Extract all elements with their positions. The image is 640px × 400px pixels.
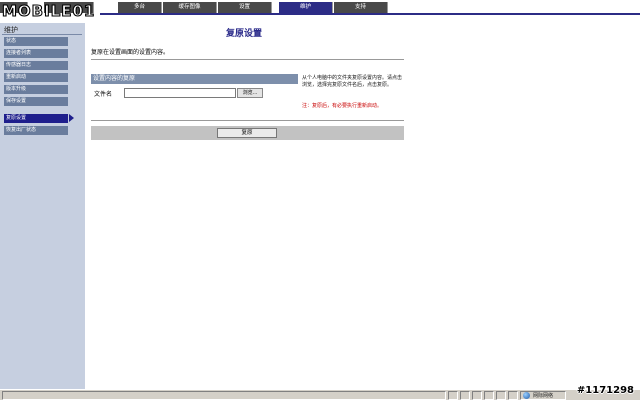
restore-button[interactable]: 复原 — [217, 128, 277, 138]
sidebar: 维护 状态 连接者列表 传感器日志 重新启动 版本升级 保存设置 复原设置 恢复… — [0, 23, 85, 389]
sidebar-item-factory-reset[interactable]: 恢复出厂状态 — [4, 126, 68, 135]
tab-underline — [100, 13, 640, 15]
watermark: #1171298 — [576, 385, 634, 396]
status-bar: 网际网络 — [0, 389, 640, 400]
sidebar-item-restart[interactable]: 重新启动 — [4, 73, 68, 82]
status-cell-3 — [472, 391, 482, 400]
status-cell-6 — [508, 391, 518, 400]
help-text: 从个人电脑中的文件夹复原设置内容。请点击浏览，选择完复原文件名后，点击复原。 — [302, 75, 403, 88]
tab-support[interactable]: 支持 — [334, 2, 388, 13]
status-cell-4 — [484, 391, 494, 400]
sidebar-divider — [2, 34, 82, 35]
page-description: 复原在设置画面的设置内容。 — [91, 49, 170, 56]
tab-settings[interactable]: 设置 — [218, 2, 272, 13]
top-bar: 多台 缓存图像 设置 维护 支持 MOBILE01 — [0, 0, 640, 23]
internet-zone-label: 网际网络 — [533, 393, 554, 399]
sidebar-item-firmware-upgrade[interactable]: 版本升级 — [4, 85, 68, 94]
file-path-input[interactable] — [124, 88, 236, 98]
page-title: 复原设置 — [226, 29, 263, 39]
globe-icon — [523, 392, 530, 399]
divider-top — [91, 59, 404, 60]
sidebar-item-status[interactable]: 状态 — [4, 37, 68, 46]
sidebar-item-restore-settings[interactable]: 复原设置 — [4, 114, 68, 123]
tab-maintenance[interactable]: 维护 — [279, 2, 333, 13]
active-arrow-icon — [69, 114, 74, 122]
sidebar-item-connected-users[interactable]: 连接者列表 — [4, 49, 68, 58]
tab-cache-images[interactable]: 缓存图像 — [163, 2, 217, 13]
sidebar-item-sensor-log[interactable]: 传感器日志 — [4, 61, 68, 70]
file-name-label: 文件名 — [94, 91, 113, 98]
sidebar-item-save-settings[interactable]: 保存设置 — [4, 97, 68, 106]
status-cell-5 — [496, 391, 506, 400]
status-message-cell — [2, 391, 446, 400]
status-cell-1 — [448, 391, 458, 400]
status-cell-2 — [460, 391, 470, 400]
divider-bottom — [91, 120, 404, 121]
restart-note: 注：复原后，有必要执行重新启动。 — [302, 103, 383, 109]
site-logo: MOBILE01 — [1, 1, 126, 23]
browse-button[interactable]: 浏览... — [237, 88, 263, 98]
logo-text: MOBILE01 — [1, 1, 96, 20]
panel-header: 设置内容的复原 — [91, 74, 298, 84]
